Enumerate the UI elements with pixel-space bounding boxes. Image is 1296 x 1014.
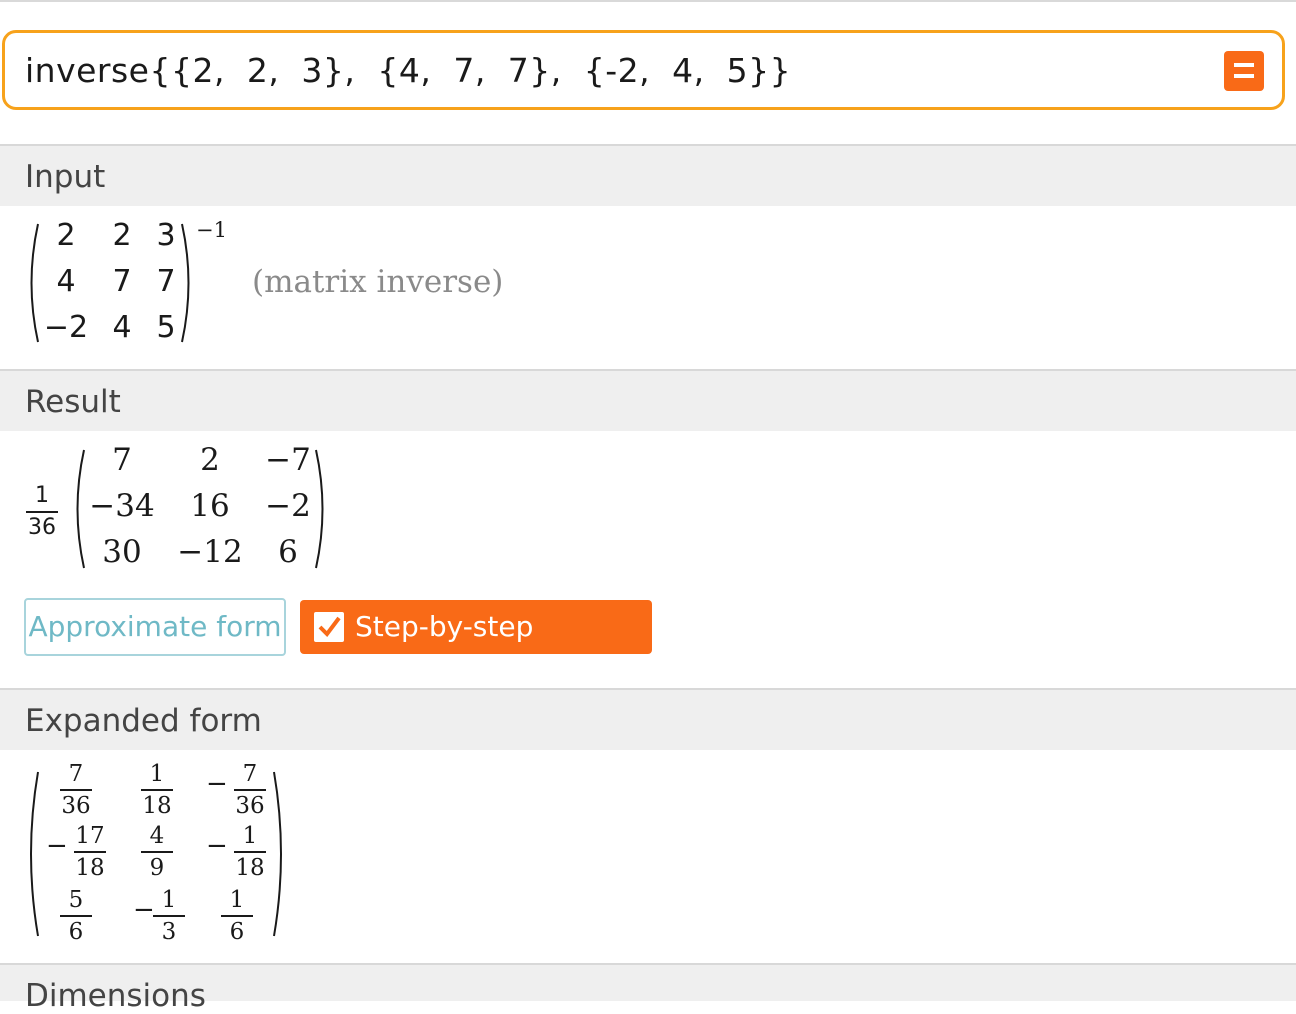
matrix-cell: 7 xyxy=(112,264,132,299)
matrix-cell: 1 18 xyxy=(141,761,173,819)
dimensions-pod-header: Dimensions xyxy=(0,963,1296,1014)
inverse-exponent: −1 xyxy=(196,218,227,242)
expanded-pod-title: Expanded form xyxy=(25,703,262,739)
input-pod-title: Input xyxy=(25,159,106,195)
left-paren-icon xyxy=(30,223,39,343)
matrix-cell: 13 xyxy=(147,886,191,946)
matrix-cell: −2 xyxy=(43,310,89,345)
step-by-step-button[interactable]: Step-by-step solution xyxy=(300,600,652,697)
matrix-cell: 49 xyxy=(135,822,179,882)
matrix-cell: 7 36 xyxy=(234,761,266,819)
matrix-cell: 4 xyxy=(112,310,132,345)
matrix-cell: 1 18 xyxy=(234,823,266,881)
matrix-cell: 3 xyxy=(156,218,176,253)
matrix-cell: 16 xyxy=(215,886,259,946)
checkbox-icon xyxy=(314,612,344,642)
matrix-cell: 7 xyxy=(156,264,176,299)
minus-sign: − xyxy=(206,769,228,799)
matrix-cell: 7 xyxy=(112,442,132,478)
matrix-cell: 4 xyxy=(56,264,76,299)
result-pod-header: Result xyxy=(0,369,1296,431)
equal-icon[interactable] xyxy=(1224,51,1264,91)
matrix-cell: 6 xyxy=(278,534,298,570)
matrix-cell: 2 xyxy=(112,218,132,253)
matrix-cell: 5 xyxy=(156,310,176,345)
minus-sign: − xyxy=(46,831,68,861)
top-divider xyxy=(0,0,1296,2)
approximate-form-button[interactable]: Approximate form xyxy=(24,598,286,656)
left-paren-icon xyxy=(30,771,39,937)
matrix-cell: 2 xyxy=(200,442,220,478)
input-pod-header: Input xyxy=(0,144,1296,206)
matrix-cell: 7 36 xyxy=(60,761,92,819)
dimensions-pod-title: Dimensions xyxy=(25,978,206,1014)
matrix-cell: 30 xyxy=(102,534,142,570)
matrix-inverse-note: (matrix inverse) xyxy=(252,264,504,300)
matrix-cell: −12 xyxy=(177,534,243,570)
scalar-denominator: 36 xyxy=(28,515,56,540)
matrix-cell: 56 xyxy=(54,886,98,946)
matrix-cell: 17 18 xyxy=(74,823,106,881)
matrix-cell: 2 xyxy=(56,218,76,253)
matrix-cell: −2 xyxy=(265,488,311,524)
result-pod-title: Result xyxy=(25,384,121,420)
matrix-cell: 16 xyxy=(190,488,230,524)
matrix-cell: −7 xyxy=(265,442,311,478)
right-paren-icon xyxy=(273,771,282,937)
minus-sign: − xyxy=(206,831,228,861)
matrix-cell: −34 xyxy=(89,488,155,524)
scalar-numerator: 1 xyxy=(35,483,49,508)
query-input[interactable]: inverse{{2, 2, 3}, {4, 7, 7}, {-2, 4, 5}… xyxy=(2,30,1285,110)
query-text[interactable]: inverse{{2, 2, 3}, {4, 7, 7}, {-2, 4, 5}… xyxy=(25,51,791,90)
expanded-pod-header: Expanded form xyxy=(0,688,1296,750)
